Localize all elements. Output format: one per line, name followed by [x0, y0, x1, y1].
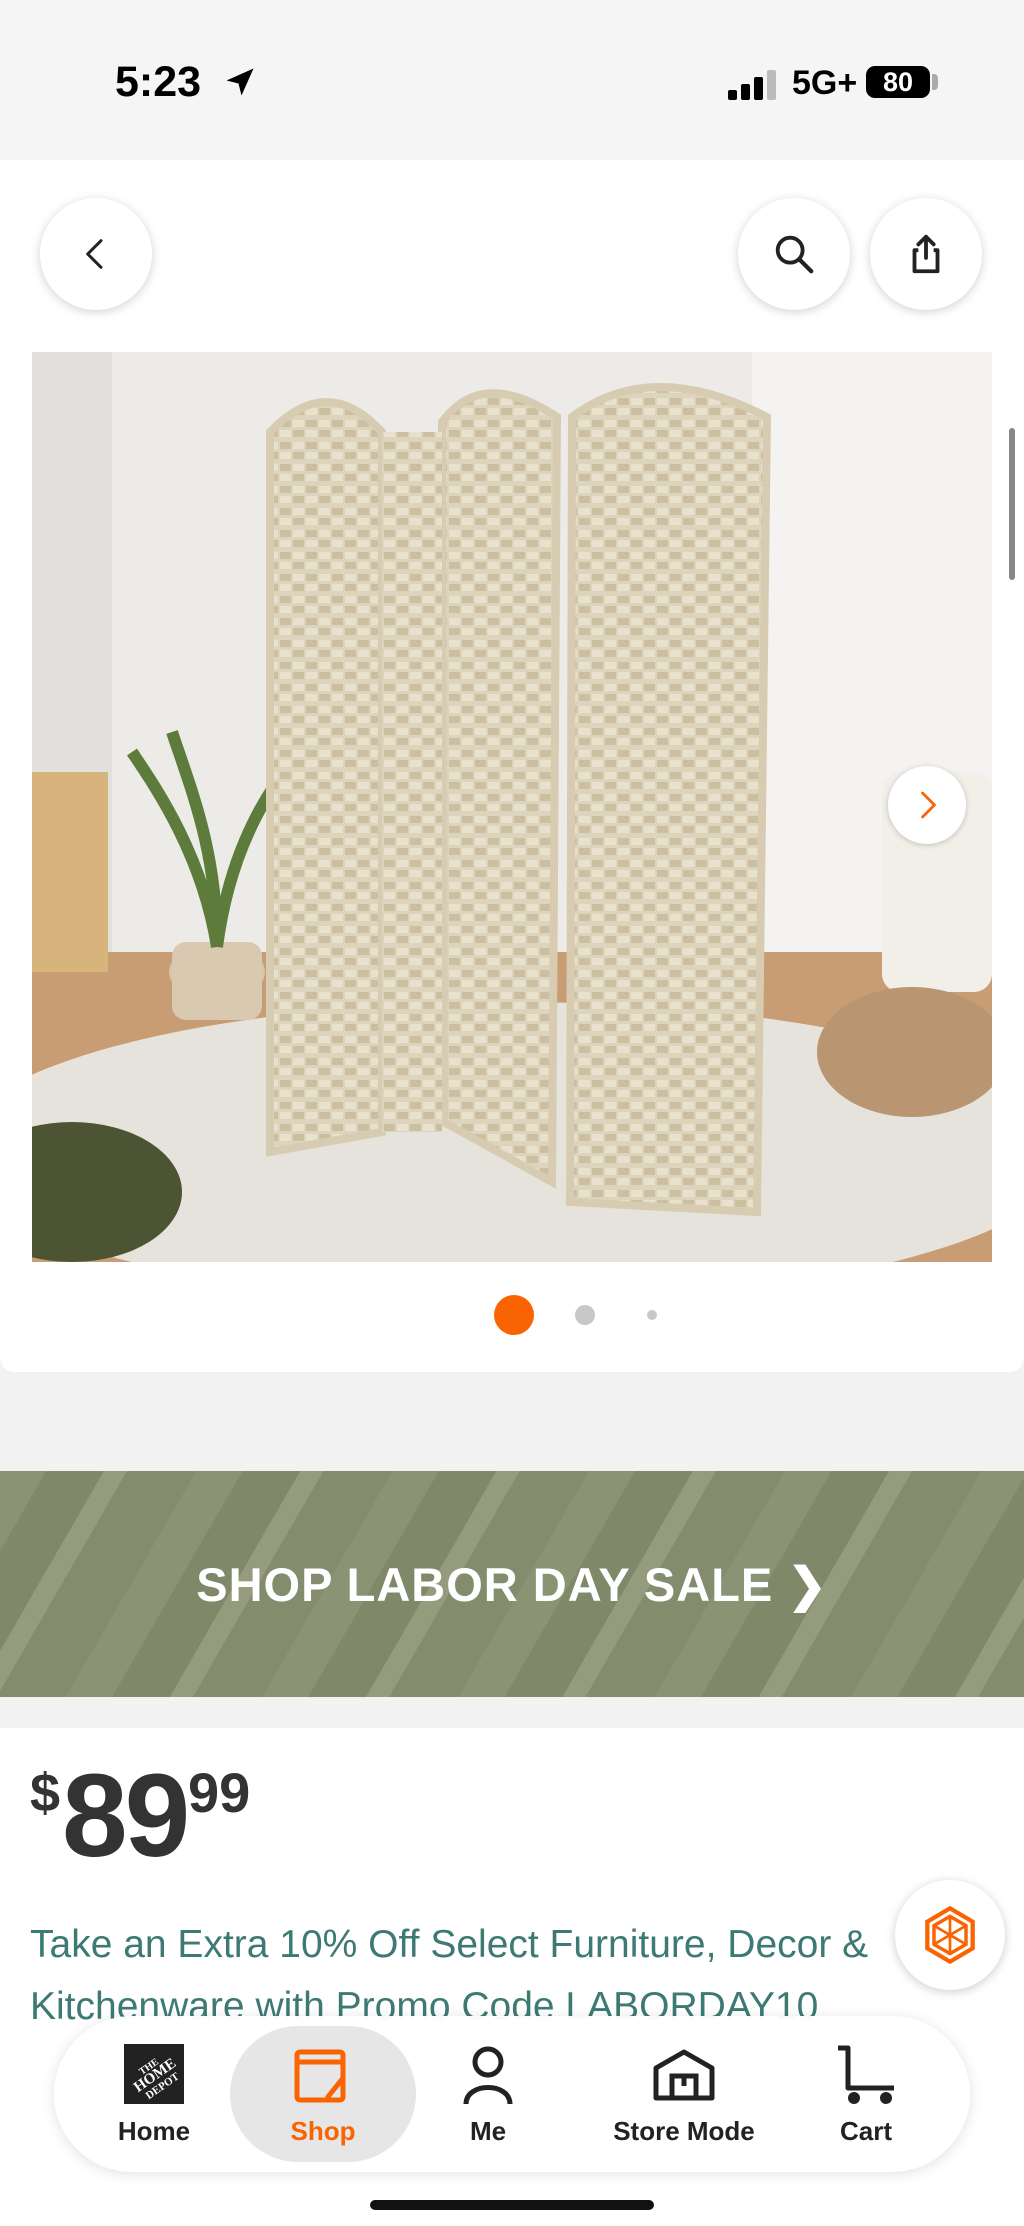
tab-home[interactable]: THE HOME DEPOT Home — [94, 2016, 214, 2172]
person-icon — [463, 2046, 513, 2105]
tab-cart[interactable]: Cart — [806, 2016, 926, 2172]
status-bar: 5:23 5G+ 80 — [0, 0, 1024, 160]
tab-me[interactable]: Me — [428, 2016, 548, 2172]
status-time: 5:23 — [115, 58, 202, 106]
tab-store-mode-label: Store Mode — [613, 2116, 755, 2146]
battery-icon: 80 — [866, 66, 930, 98]
tab-cart-label: Cart — [839, 2116, 892, 2146]
network-label: 5G+ — [792, 64, 858, 102]
price-symbol: $ — [30, 1763, 61, 1823]
cart-icon — [838, 2045, 894, 2104]
location-arrow-icon — [226, 68, 254, 96]
signal-icon — [728, 70, 776, 100]
home-indicator — [370, 2200, 654, 2210]
room-divider-photo — [32, 352, 992, 1262]
search-button[interactable] — [738, 198, 850, 310]
tab-me-label: Me — [469, 2116, 507, 2146]
home-depot-logo-icon: THE HOME DEPOT — [124, 2044, 184, 2104]
product-image[interactable] — [32, 352, 992, 1262]
shop-icon — [294, 2049, 346, 2103]
promo-line-1: Take an Extra 10% Off Select Furniture, … — [30, 1923, 869, 1966]
scrollbar[interactable] — [1009, 428, 1015, 580]
sale-banner-text: SHOP LABOR DAY SALE ❯ — [196, 1558, 828, 1611]
labor-day-sale-banner[interactable]: SHOP LABOR DAY SALE ❯ — [0, 1471, 1024, 1697]
bottom-tab-bar: THE HOME DEPOT Home Shop Me Store Mode C… — [54, 2016, 970, 2172]
battery-cap — [932, 74, 938, 90]
price-dollars: 89 — [62, 1750, 190, 1882]
chevron-right-icon — [921, 791, 936, 819]
back-button[interactable] — [40, 198, 152, 310]
share-button[interactable] — [870, 198, 982, 310]
tab-store-mode[interactable]: Store Mode — [594, 2016, 774, 2172]
gallery-dot-active[interactable] — [494, 1295, 534, 1335]
next-image-button[interactable] — [888, 766, 966, 844]
share-icon — [912, 234, 940, 274]
tab-shop-label: Shop — [290, 2116, 356, 2146]
hexagon-icon — [925, 1905, 975, 1965]
tab-shop[interactable]: Shop — [263, 2016, 383, 2172]
store-icon — [653, 2049, 715, 2101]
gallery-dot[interactable] — [647, 1310, 657, 1320]
gallery-dot[interactable] — [575, 1305, 595, 1325]
price-cents: 99 — [188, 1761, 251, 1824]
tab-home-label: Home — [117, 2116, 191, 2146]
chevron-left-icon — [86, 239, 103, 269]
search-icon — [775, 235, 814, 274]
assistant-button[interactable] — [895, 1880, 1005, 1990]
